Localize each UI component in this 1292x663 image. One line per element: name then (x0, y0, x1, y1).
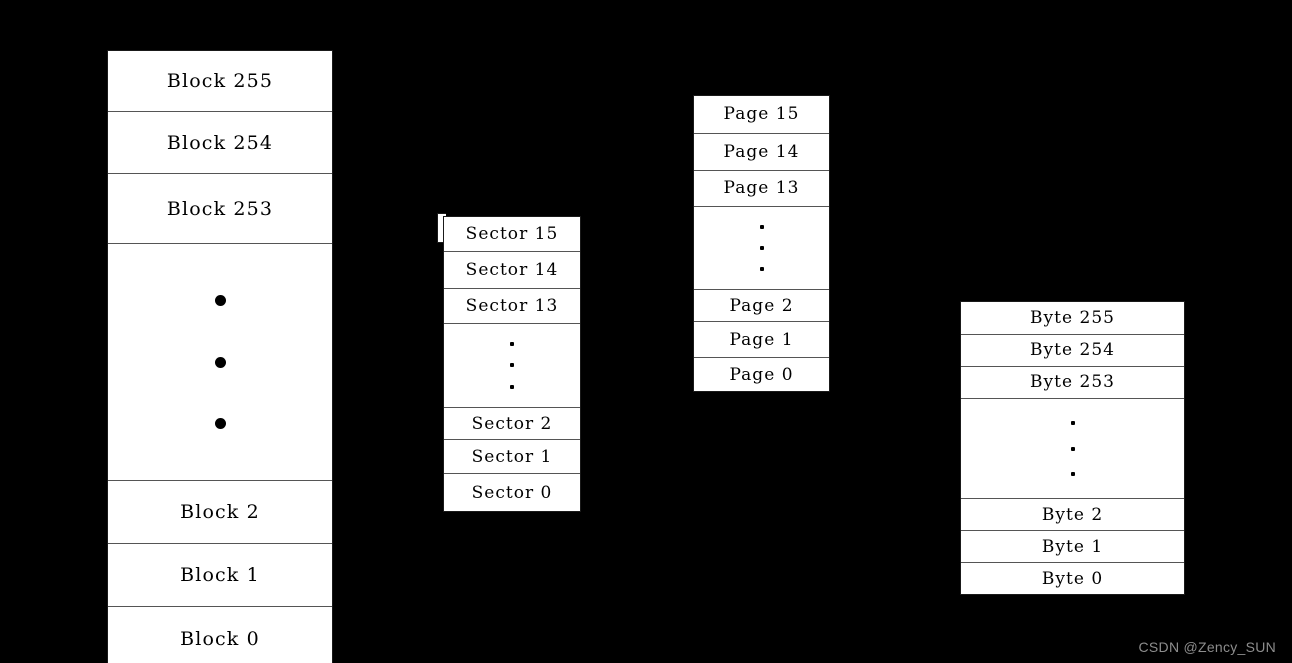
page-cell: Page 13 (694, 170, 829, 208)
byte-cell: Byte 2 (961, 498, 1184, 532)
byte-cell: Byte 255 (961, 302, 1184, 335)
block-column: Block 255 Block 254 Block 253 Block 2 Block … (107, 50, 333, 663)
block-cell-label: Block 253 (166, 197, 274, 220)
byte-cell-label: Byte 2 (1041, 504, 1104, 525)
page-cell-label: Page 14 (723, 141, 800, 162)
ellipsis-dot-icon (510, 341, 514, 346)
sector-cell-label: Sector 0 (471, 482, 553, 503)
ellipsis-dot-icon (214, 294, 226, 306)
ellipsis-dot-icon (1070, 472, 1075, 477)
ellipsis-dot-icon (214, 356, 226, 368)
byte-cell-label: Byte 254 (1029, 340, 1115, 361)
block-cell-label: Block 1 (180, 564, 260, 586)
page-cell-label: Page 1 (729, 329, 794, 350)
block-cell: Block 1 (108, 544, 332, 607)
watermark: CSDN @Zency_SUN (1138, 639, 1276, 655)
block-cell-label: Block 2 (180, 501, 260, 523)
ellipsis-dot-icon (759, 224, 764, 229)
page-cell: Page 0 (694, 358, 829, 391)
block-cell: Block 0 (108, 607, 332, 663)
byte-cell: Byte 254 (961, 334, 1184, 367)
sector-cell: Sector 2 (444, 407, 580, 441)
page-ellipsis-cell (694, 207, 829, 290)
page-cell: Page 2 (694, 289, 829, 323)
sector-cell-label: Sector 15 (465, 223, 559, 244)
byte-ellipsis-cell (961, 399, 1184, 499)
page-cell-label: Page 2 (729, 295, 794, 316)
ellipsis-dot-icon (510, 385, 514, 390)
block-cell: Block 254 (108, 112, 332, 174)
block-cell: Block 253 (108, 174, 332, 244)
block-cell: Block 255 (108, 51, 332, 112)
ellipsis-dot-icon (759, 245, 764, 250)
ellipsis-dot-icon (1070, 446, 1075, 451)
sector-cell: Sector 1 (444, 440, 580, 475)
ellipsis-dot-icon (759, 267, 764, 272)
block-cell-label: Block 255 (166, 70, 274, 92)
sector-cell: Sector 15 (444, 217, 580, 252)
page-cell: Page 15 (694, 96, 829, 134)
ellipsis-dot-icon (1070, 420, 1075, 425)
diagram-canvas: Block 255 Block 254 Block 253 Block 2 Block … (0, 0, 1292, 663)
page-cell: Page 1 (694, 322, 829, 359)
sector-ellipsis-cell (444, 324, 580, 408)
block-cell-label: Block 0 (180, 628, 260, 650)
sector-cell-label: Sector 2 (471, 413, 553, 434)
byte-cell-label: Byte 0 (1041, 568, 1104, 589)
byte-cell-label: Byte 255 (1029, 307, 1115, 328)
byte-cell-label: Byte 253 (1029, 372, 1115, 393)
page-cell-label: Page 15 (723, 104, 800, 125)
ellipsis-dot-icon (214, 418, 226, 430)
byte-cell: Byte 0 (961, 563, 1184, 594)
block-ellipsis-cell (108, 244, 332, 481)
sector-cell: Sector 13 (444, 288, 580, 325)
ellipsis-dot-icon (510, 363, 514, 368)
byte-cell: Byte 253 (961, 366, 1184, 400)
byte-column: Byte 255 Byte 254 Byte 253 Byte 2 Byte 1 Byte… (960, 301, 1185, 595)
byte-cell-label: Byte 1 (1041, 536, 1104, 557)
page-cell: Page 14 (694, 133, 829, 171)
page-column: Page 15 Page 14 Page 13 Page 2 Page 1 Page 0 (693, 95, 830, 392)
block-cell: Block 2 (108, 481, 332, 544)
sector-cell-label: Sector 13 (465, 295, 559, 316)
page-cell-label: Page 13 (723, 178, 800, 199)
sector-cell-label: Sector 14 (465, 259, 559, 280)
sector-cell-label: Sector 1 (471, 446, 553, 467)
byte-cell: Byte 1 (961, 531, 1184, 564)
sector-column: Sector 15 Sector 14 Sector 13 Sector 2 Secto… (443, 216, 581, 512)
block-cell-label: Block 254 (166, 131, 274, 154)
sector-cell: Sector 0 (444, 474, 580, 511)
page-cell-label: Page 0 (729, 364, 794, 385)
sector-cell: Sector 14 (444, 251, 580, 289)
